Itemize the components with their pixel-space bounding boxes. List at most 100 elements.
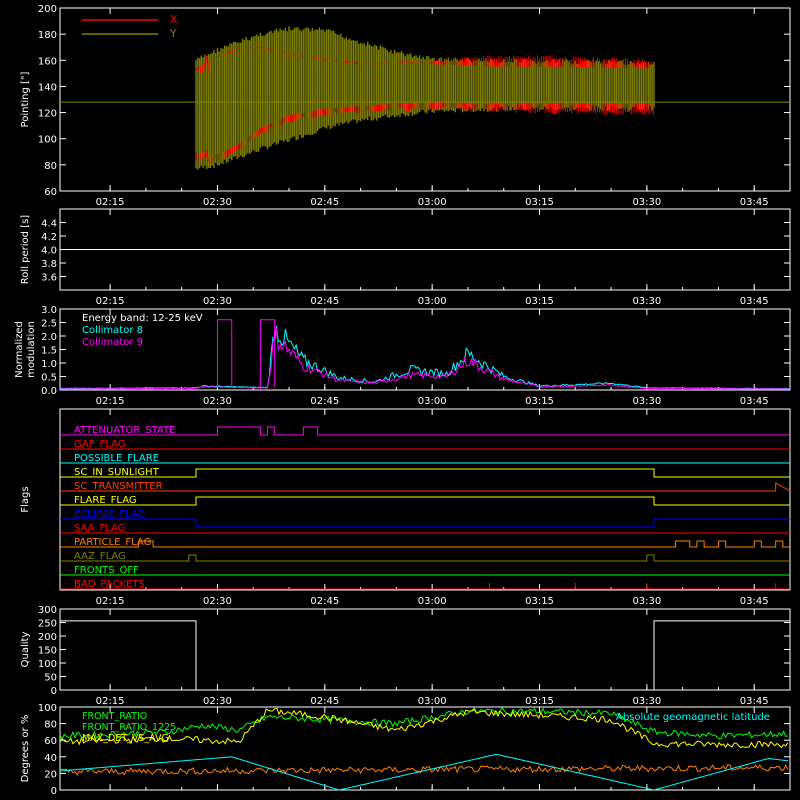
y-axis-label: Pointing ["] [20,71,31,127]
time-tick-label: 03:45 [740,696,769,707]
time-tick-label: 02:15 [96,596,125,607]
time-tick-label: 03:00 [418,197,447,208]
y-tick-label: 3.0 [41,305,57,316]
y-tick-label: 3.8 [41,259,57,270]
flag-line [60,468,790,478]
flag-line [60,482,791,492]
time-tick-label: 02:45 [310,396,339,407]
y-tick-label: 20 [44,769,57,780]
time-tick-label: 03:30 [632,696,661,707]
time-tick-label: 02:30 [203,296,232,307]
legend-label: Collimator 9 [82,337,143,348]
y-tick-label: 2.5 [41,319,57,330]
time-tick-label: 03:15 [525,596,554,607]
flag-line [60,496,790,506]
flags-panel [59,408,791,591]
time-tick-label: 03:00 [418,596,447,607]
time-tick-label: 03:15 [525,396,554,407]
time-tick-label: 03:15 [525,696,554,707]
y-tick-label: 60 [44,736,57,747]
flag-label: SC_TRANSMITTER [74,481,163,492]
annotation-energy-band: Energy band: 12-25 keV [82,313,203,324]
y-tick-label: 4.0 [41,246,57,257]
y-axis-label: Degrees or % [20,715,31,783]
y-tick-label: 2.0 [41,332,57,343]
legend-label: Collimator 8 [82,325,143,336]
y-tick-label: 160 [38,56,57,67]
y-tick-label: 250 [38,619,57,630]
y-tick-label: 4.4 [41,219,57,230]
y-tick-label: 140 [38,82,57,93]
legend-label: FRONT_RATIO_1225 [82,722,176,733]
time-tick-label: 02:15 [96,296,125,307]
time-tick-label: 02:30 [203,596,232,607]
y-tick-label: 180 [38,30,57,41]
y-tick-label: 0 [51,686,57,697]
time-tick-label: 02:30 [203,197,232,208]
attenuator-spike [216,319,233,388]
series-max-det-vs-avg [59,764,789,776]
series-collimator8 [60,326,791,390]
flag-label: BAD_PACKETS [74,579,145,590]
y-axis-label: Quality [20,632,31,668]
time-tick-label: 02:15 [96,696,125,707]
y-tick-label: 300 [38,605,57,616]
time-tick-label: 03:15 [525,197,554,208]
time-tick-label: 03:45 [740,197,769,208]
y-tick-label: 60 [44,187,57,198]
flag-label: ECLIPSE_FLAG [74,509,145,520]
flag-label: PARTICLE_FLAG [74,537,151,548]
time-tick-label: 02:30 [203,396,232,407]
flag-line [60,540,790,548]
time-tick-label: 02:45 [310,197,339,208]
y-tick-label: 3.6 [41,273,57,284]
series-y-pointing [195,26,655,170]
time-tick-label: 02:45 [310,696,339,707]
time-tick-label: 03:00 [418,396,447,407]
time-tick-label: 03:45 [740,396,769,407]
flag-label: SC_IN_SUNLIGHT [74,467,160,478]
time-tick-label: 03:30 [632,396,661,407]
flare-timeseries-figure: 6080100120140160180200Pointing ["]02:15 0… [14,4,791,797]
time-tick-label: 03:15 [525,296,554,307]
legend-label: X [170,13,178,26]
y-axis-label: Roll period [s] [20,215,31,284]
y-tick-label: 200 [38,4,57,15]
y-tick-label: 80 [44,720,57,731]
flag-label: FRONTS_OFF [74,565,139,576]
flag-label: ATTENUATOR_STATE [74,425,175,436]
y-tick-label: 100 [38,135,57,146]
time-tick-label: 03:30 [632,596,661,607]
series-collimator9 [59,327,791,390]
y-tick-label: 100 [38,659,57,670]
y-tick-label: 0 [51,786,57,797]
y-axis-label: modulation [26,321,37,378]
time-tick-label: 03:45 [740,296,769,307]
legend-label: Absolute geomagnetic latitude [616,712,770,723]
time-tick-label: 03:30 [632,296,661,307]
flag-label: AAZ_FLAG [74,551,126,562]
time-tick-label: 02:15 [96,396,125,407]
y-tick-label: 200 [38,632,57,643]
flag-label: FLARE_FLAG [74,495,137,506]
flag-label: POSSIBLE_FLARE [74,453,159,464]
series-absolute-geomagnetic-latitude [59,753,788,791]
y-axis-label: Normalized [14,321,25,378]
y-tick-label: 120 [38,109,57,120]
y-tick-label: 1.0 [41,359,57,370]
time-tick-label: 03:00 [418,696,447,707]
y-tick-label: 4.2 [41,232,57,243]
flag-label: GAP_FLAG [74,439,126,450]
y-tick-label: 0.5 [41,373,57,384]
y-tick-label: 0.0 [41,386,57,397]
time-tick-label: 02:45 [310,596,339,607]
legend-label: FRONT_RATIO [82,711,147,722]
time-tick-label: 02:15 [96,197,125,208]
flag-line [60,554,790,562]
y-tick-label: 80 [44,161,57,172]
y-tick-label: 1.5 [41,346,57,357]
legend-label: MAX_DET_VS_AVG [82,733,169,744]
legend-label: Y [169,27,177,40]
time-tick-label: 03:00 [418,296,447,307]
flag-line [60,518,790,528]
